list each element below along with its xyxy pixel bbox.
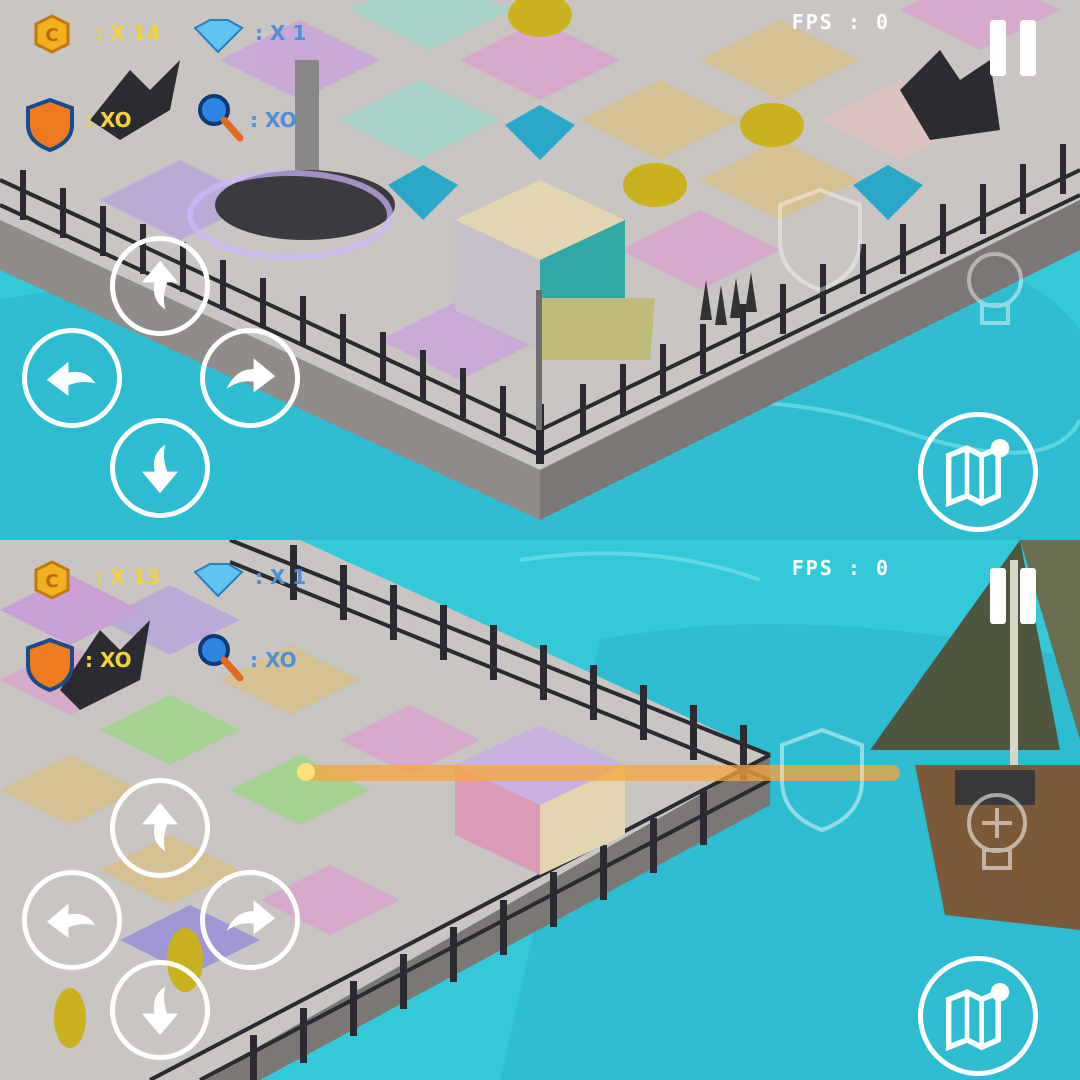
- svg-text:C: C: [45, 571, 58, 592]
- arrow-down-icon: [142, 986, 178, 1036]
- flag: [542, 298, 655, 360]
- arrow-left-icon: [46, 903, 96, 938]
- map-button[interactable]: [918, 956, 1038, 1076]
- fps-counter: FPS : 0: [791, 556, 890, 580]
- gem-count: : X 1: [255, 21, 306, 45]
- move-down-button[interactable]: [110, 960, 210, 1060]
- coin: [623, 163, 687, 207]
- shield-icon: [26, 97, 74, 153]
- shield-count: : XO: [85, 648, 132, 672]
- pause-button[interactable]: [990, 20, 1040, 80]
- move-left-button[interactable]: [22, 870, 122, 970]
- magnifier-count: : XO: [250, 108, 297, 132]
- fps-counter: FPS : 0: [791, 10, 890, 34]
- map-icon: [945, 983, 1010, 1052]
- coin-icon: C: [34, 14, 70, 54]
- coin-count: : X 14: [95, 21, 160, 45]
- move-up-button[interactable]: [110, 778, 210, 878]
- move-left-button[interactable]: [22, 328, 122, 428]
- move-up-button[interactable]: [110, 236, 210, 336]
- arrow-down-icon: [142, 444, 178, 494]
- ship-cannon: [955, 770, 1035, 805]
- arrow-right-icon: [226, 358, 276, 393]
- map-button[interactable]: [918, 412, 1038, 532]
- arrow-right-icon: [226, 900, 276, 935]
- move-down-button[interactable]: [110, 418, 210, 518]
- gem-count: : X 1: [255, 565, 306, 589]
- coin: [740, 103, 804, 147]
- move-right-button[interactable]: [200, 870, 300, 970]
- arrow-left-icon: [46, 361, 96, 396]
- coin-count: : X 13: [95, 565, 160, 589]
- shield-icon: [26, 637, 74, 693]
- pause-icon: [990, 568, 1006, 624]
- fireball-trail: [300, 765, 900, 781]
- pause-icon: [990, 20, 1006, 76]
- pause-button[interactable]: [990, 568, 1040, 628]
- move-right-button[interactable]: [200, 328, 300, 428]
- magnifier-count: : XO: [250, 648, 297, 672]
- map-icon: [945, 439, 1010, 508]
- arrow-up-icon: [142, 260, 178, 310]
- flag-pole: [536, 290, 542, 430]
- svg-text:C: C: [45, 25, 58, 46]
- arrow-up-icon: [142, 802, 178, 852]
- shield-count: : XO: [85, 108, 132, 132]
- coin: [54, 988, 86, 1048]
- coin-icon: C: [34, 560, 70, 600]
- game-view-top: C : X 14 : X 1 : XO : XO FPS : 0: [0, 0, 1080, 540]
- game-view-bottom: C : X 13 : X 1 : XO : XO FPS : 0: [0, 540, 1080, 1080]
